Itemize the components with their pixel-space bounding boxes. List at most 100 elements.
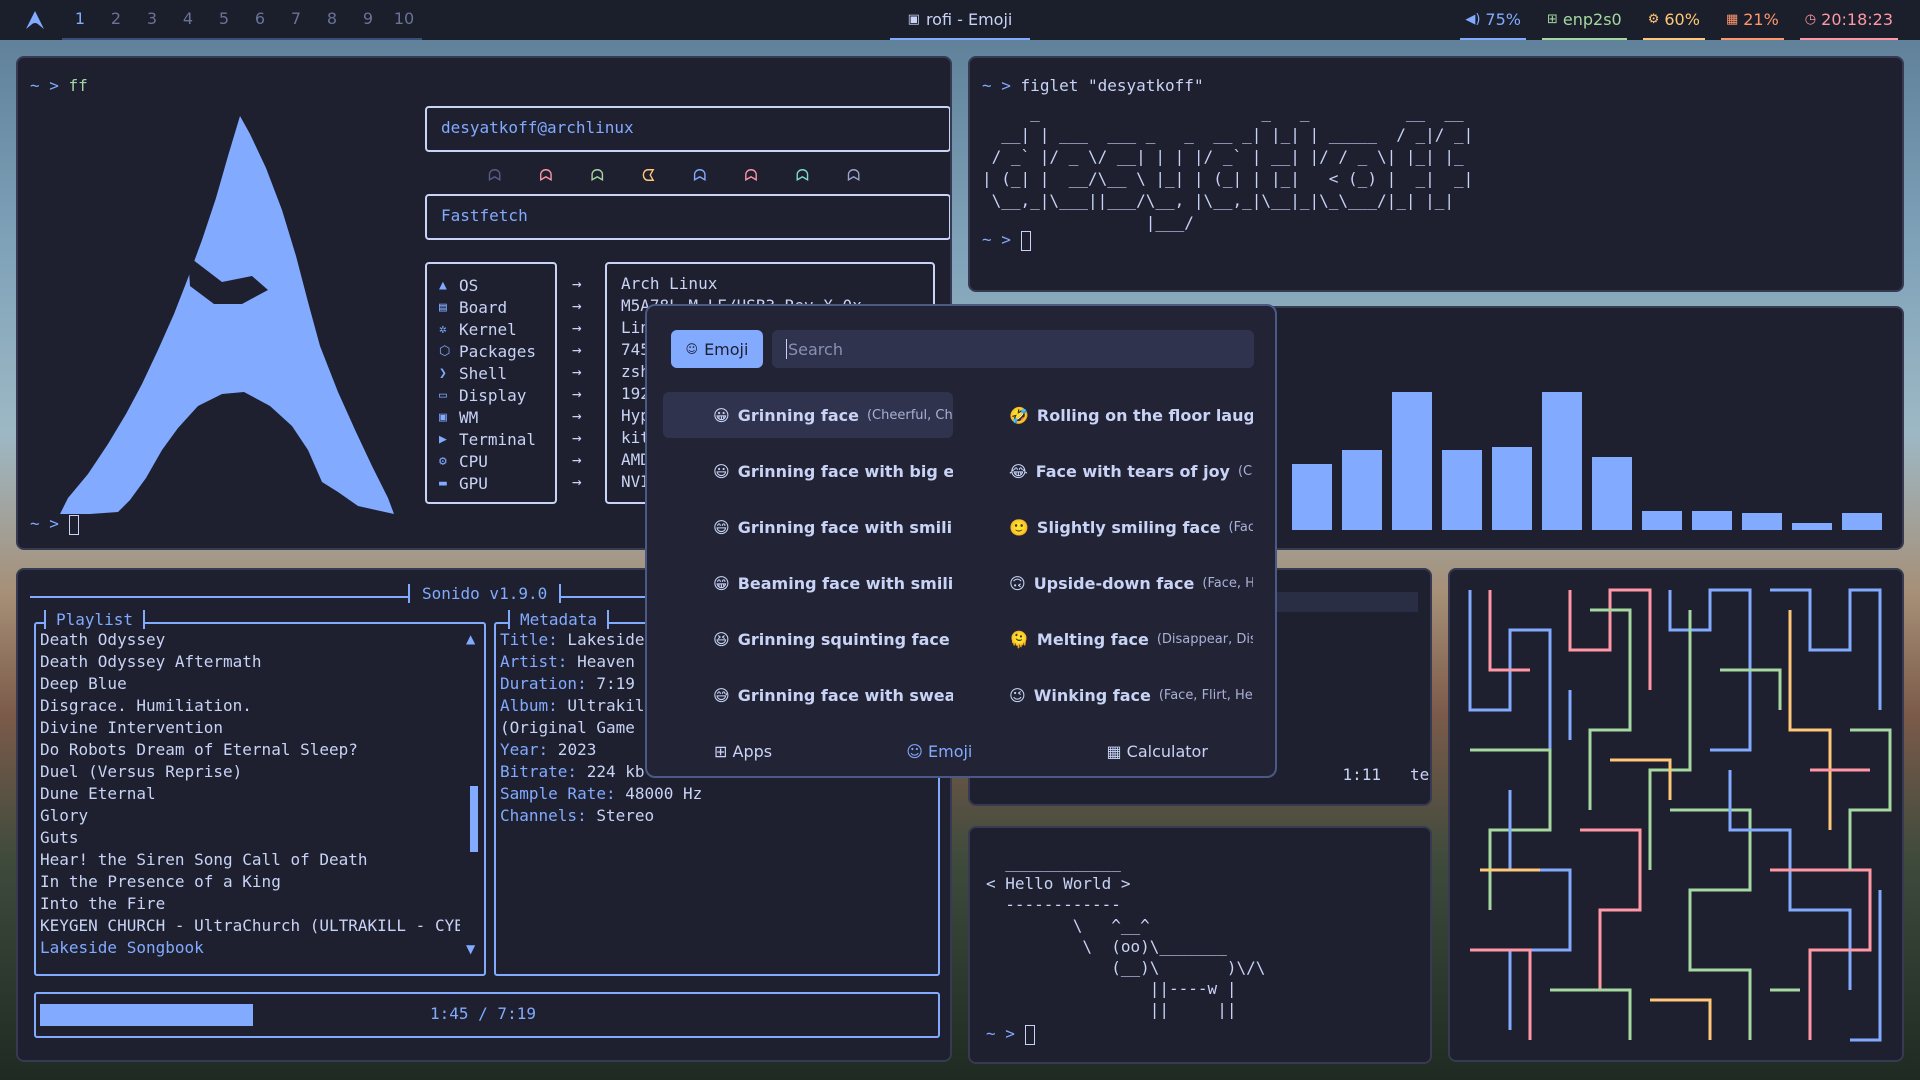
playlist-item[interactable]: In the Presence of a King	[40, 872, 460, 894]
workspace-2[interactable]: 2	[98, 0, 134, 38]
emoji-item[interactable]: 😉 Winking face (Face, Flirt, He...	[963, 672, 1253, 718]
visualizer-bar	[1442, 449, 1482, 530]
emoji-glyph: 🙂	[1009, 517, 1029, 537]
emoji-item[interactable]: 😄 Grinning face with smili...	[663, 504, 953, 550]
key-display: ▭ Display	[439, 384, 543, 406]
workspace-1[interactable]: 1	[62, 0, 98, 38]
emoji-glyph: 😁	[713, 573, 730, 593]
emoji-name: Beaming face with smili...	[737, 573, 953, 593]
metadata-key: Bitrate:	[500, 762, 578, 781]
scroll-up-icon[interactable]: ▲	[466, 632, 475, 646]
pipes-terminal[interactable]	[1448, 568, 1904, 1062]
mode-switcher: ⊞ Apps ☺ Emoji ▦ Calculator	[647, 736, 1275, 766]
visualizer-bar	[1342, 449, 1382, 530]
emoji-item[interactable]: 🫠 Melting face (Disappear, Diss...	[963, 616, 1253, 662]
volume-module[interactable]: ◀) 75%	[1460, 0, 1526, 40]
mode-apps[interactable]: ⊞ Apps	[714, 742, 772, 761]
playlist-item[interactable]: Into the Fire	[40, 894, 460, 916]
command-line: ~ > ff	[30, 76, 88, 95]
visualizer-bar	[1492, 447, 1532, 530]
scrollbar-thumb[interactable]	[470, 786, 478, 852]
figlet-terminal[interactable]: ~ > figlet "desyatkoff" _ _ _ __ __ __| …	[968, 56, 1904, 292]
emoji-item[interactable]: 😁 Beaming face with smili...	[663, 560, 953, 606]
playlist-item[interactable]: Hear! the Siren Song Call of Death	[40, 850, 460, 872]
cpu-module[interactable]: ⚙ 60%	[1642, 0, 1705, 40]
workspace-8[interactable]: 8	[314, 0, 350, 38]
emoji-item[interactable]: 😃 Grinning face with big ey...	[663, 448, 953, 494]
emoji-item[interactable]: 😆Grinning squinting face(...	[663, 616, 953, 662]
metadata-key: Channels:	[500, 806, 587, 825]
mode-calculator[interactable]: ▦ Calculator	[1106, 742, 1207, 761]
emoji-item[interactable]: 🙂 Slightly smiling face (Face,...	[963, 504, 1253, 550]
terminal-icon: ▶	[439, 431, 447, 447]
emoji-item[interactable]: 😀 Grinning face (Cheerful, Che...	[663, 392, 953, 438]
playlist-item[interactable]: Dune Eternal	[40, 784, 460, 806]
arch-logo-icon[interactable]	[14, 0, 56, 40]
emoji-glyph: 🙃	[1009, 573, 1026, 593]
playlist-item[interactable]: Glory	[40, 806, 460, 828]
playlist-item[interactable]: Duel (Versus Reprise)	[40, 762, 460, 784]
playlist-item[interactable]: KEYGEN CHURCH - UltraChurch (ULTRAKILL -…	[40, 916, 460, 938]
key-label: Terminal	[459, 429, 537, 449]
emoji-keywords: (Cry...	[1237, 463, 1253, 479]
mode-badge-label: Emoji	[704, 339, 749, 359]
key-label: Board	[459, 297, 508, 317]
workspace-6[interactable]: 6	[242, 0, 278, 38]
emoji-keywords: (Cheerful, Che...	[866, 407, 953, 423]
prompt-line: ~ >	[986, 1024, 1035, 1045]
workspace-9[interactable]: 9	[350, 0, 386, 38]
playlist-item[interactable]: Lakeside Songbook	[40, 938, 460, 960]
window-title: ▣ rofi - Emoji	[890, 0, 1030, 40]
memory-module[interactable]: ▦ 21%	[1720, 0, 1784, 40]
gpu-icon: ▬	[439, 475, 447, 491]
emoji-name: Grinning face	[737, 405, 859, 425]
cpu-icon: ⚙	[439, 453, 447, 469]
playlist-item[interactable]: Do Robots Dream of Eternal Sleep?	[40, 740, 460, 762]
playlist-item[interactable]: Divine Intervention	[40, 718, 460, 740]
visualizer-bar	[1292, 463, 1332, 530]
scroll-down-icon[interactable]: ▼	[466, 942, 475, 956]
playlist-item[interactable]: Deep Blue	[40, 674, 460, 696]
key-os: ▲ OS	[439, 274, 543, 296]
mode-badge[interactable]: ☺ Emoji	[671, 330, 763, 368]
metadata-value: (Original Game	[500, 718, 635, 737]
emoji-item[interactable]: 😅 Grinning face with swea...	[663, 672, 953, 718]
prompt: ~ >	[30, 514, 59, 533]
playlist-item[interactable]: Guts	[40, 828, 460, 850]
user-host-box: desyatkoff@archlinux	[425, 106, 950, 152]
workspace-7[interactable]: 7	[278, 0, 314, 38]
playlist-item[interactable]: Death Odyssey	[40, 630, 460, 652]
key-gpu: ▬ GPU	[439, 472, 543, 494]
ghost-icon: ᗣ	[488, 166, 502, 185]
network-module[interactable]: ⊞ enp2s0	[1541, 0, 1627, 40]
mode-emoji[interactable]: ☺ Emoji	[906, 742, 972, 761]
emoji-glyph: 😅	[713, 685, 730, 705]
emoji-glyph: 😉	[1009, 685, 1026, 705]
emoji-keywords: (Face, H...	[1202, 575, 1253, 591]
workspace-4[interactable]: 4	[170, 0, 206, 38]
volume-value: 75%	[1485, 9, 1521, 29]
metadata-value: 48000 Hz	[615, 784, 703, 803]
arrow-icon: →	[572, 406, 582, 425]
clock-module[interactable]: ◷ 20:18:23	[1799, 0, 1898, 40]
workspace-5[interactable]: 5	[206, 0, 242, 38]
search-input[interactable]: Search	[772, 330, 1254, 368]
emoji-keywords: (Disappear, Diss...	[1156, 631, 1253, 647]
emoji-item[interactable]: 😂 Face with tears of joy (Cry...	[963, 448, 1253, 494]
playlist-item[interactable]: Disgrace. Humiliation.	[40, 696, 460, 718]
workspace-10[interactable]: 10	[386, 0, 422, 38]
arrow-icon: →	[572, 472, 582, 491]
progress-bar[interactable]	[40, 1004, 254, 1026]
cowsay-terminal[interactable]: ____________ < Hello World > -----------…	[968, 826, 1432, 1064]
metadata-key: Year:	[500, 740, 549, 759]
visualizer-bar	[1842, 513, 1882, 530]
metadata-key: Duration:	[500, 674, 587, 693]
pacman-icon: ᗧ	[641, 166, 656, 185]
emoji-item[interactable]: 🤣 Rolling on the floor laug...	[963, 392, 1253, 438]
emoji-mode-icon: ☺	[906, 741, 928, 761]
workspace-3[interactable]: 3	[134, 0, 170, 38]
emoji-item[interactable]: 🙃 Upside-down face (Face, H...	[963, 560, 1253, 606]
key-packages: ⬡ Packages	[439, 340, 543, 362]
rofi-launcher: ☺ Emoji Search 😀 Grinning face (Cheerful, …	[645, 304, 1277, 778]
playlist-item[interactable]: Death Odyssey Aftermath	[40, 652, 460, 674]
